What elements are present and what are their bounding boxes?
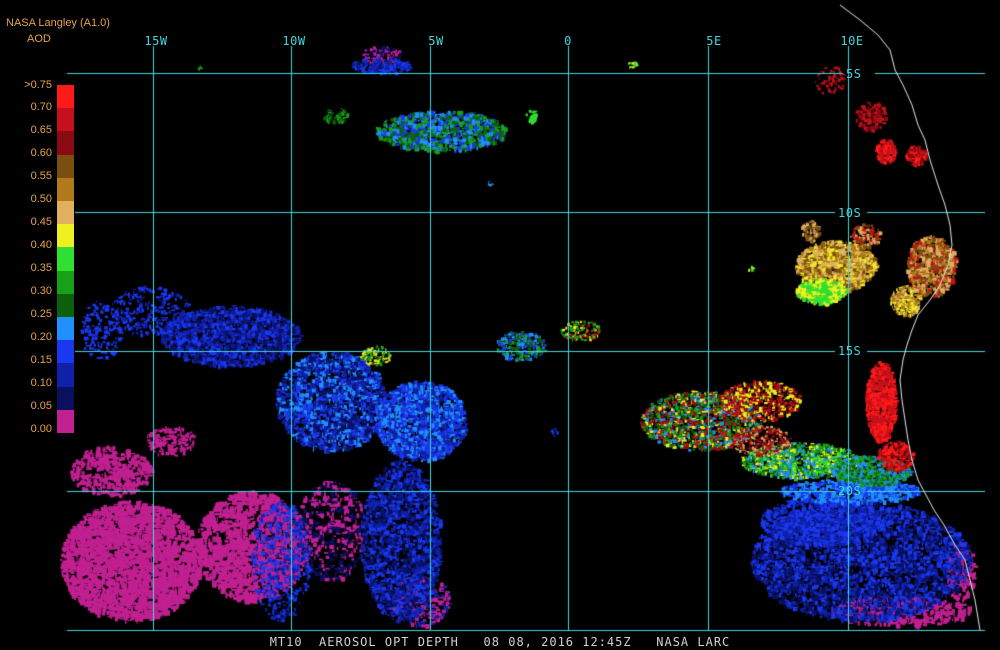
- lat-label-10s: 10S: [838, 206, 862, 220]
- legend-label: 0.70: [30, 101, 52, 113]
- colorbar-swatch: [57, 293, 74, 318]
- colorbar-swatch: [57, 201, 74, 225]
- colorbar-swatch: [57, 177, 74, 202]
- legend-label: 0.55: [30, 170, 52, 182]
- lon-label-15w: 15W: [144, 34, 168, 48]
- footer-caption: MT10 AEROSOL OPT DEPTH 08 08, 2016 12:45…: [269, 635, 731, 649]
- colorbar: [56, 84, 75, 434]
- legend-label: 0.60: [30, 147, 52, 159]
- colorbar-swatch: [57, 85, 74, 109]
- legend-label: 0.45: [30, 216, 52, 228]
- legend-label: 0.65: [30, 124, 52, 136]
- legend-label: 0.05: [30, 400, 52, 412]
- colorbar-swatch: [57, 270, 74, 295]
- colorbar-swatch: [57, 224, 74, 248]
- legend-label: 0.00: [30, 423, 52, 435]
- legend-label: 0.50: [30, 193, 52, 205]
- legend-label: 0.40: [30, 239, 52, 251]
- lon-label-10w: 10W: [282, 34, 306, 48]
- legend-label: 0.25: [30, 308, 52, 320]
- legend-label: >0.75: [24, 79, 52, 91]
- lat-label-15s: 15S: [838, 344, 862, 358]
- aod-map-canvas: [0, 0, 1000, 650]
- colorbar-swatch: [57, 247, 74, 272]
- legend-label: 0.35: [30, 262, 52, 274]
- colorbar-swatch: [57, 409, 74, 434]
- colorbar-swatch: [57, 386, 74, 411]
- lon-label-0: 0: [564, 34, 572, 48]
- colorbar-swatch: [57, 317, 74, 341]
- legend-label: 0.30: [30, 285, 52, 297]
- colorbar-swatch: [57, 154, 74, 179]
- legend-label: 0.10: [30, 377, 52, 389]
- legend-label: 0.20: [30, 331, 52, 343]
- colorbar-swatch: [57, 131, 74, 156]
- lon-label-5w: 5W: [428, 34, 444, 48]
- colorbar-swatch: [57, 108, 74, 132]
- colorbar-swatch: [57, 363, 74, 388]
- legend-label: 0.15: [30, 354, 52, 366]
- product-label: AOD: [27, 33, 51, 45]
- source-label: NASA Langley (A1.0): [6, 17, 110, 29]
- lon-label-5e: 5E: [706, 34, 722, 48]
- colorbar-swatch: [57, 340, 74, 364]
- lon-label-10e: 10E: [840, 34, 864, 48]
- lat-label-5s: 5S: [846, 67, 862, 81]
- lat-label-20s: 20S: [838, 484, 862, 498]
